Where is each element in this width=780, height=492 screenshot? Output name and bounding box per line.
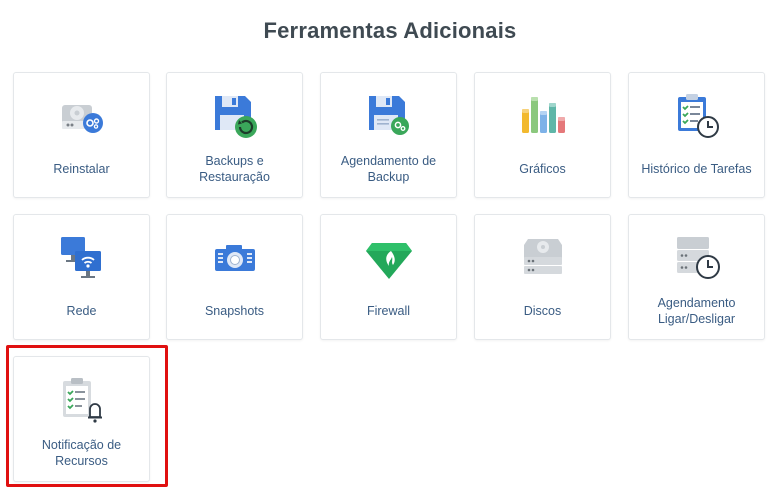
tool-label: Firewall — [366, 304, 411, 318]
network-monitors-icon — [57, 233, 107, 283]
clipboard-bell-icon — [57, 375, 107, 425]
firewall-gem-icon — [364, 233, 414, 283]
floppy-restore-icon — [210, 91, 260, 141]
tool-label: Backups e Restauração — [199, 154, 270, 184]
tool-tile-firewall[interactable]: Firewall — [320, 214, 457, 340]
tool-tile-snapshots[interactable]: Snapshots — [166, 214, 303, 340]
camera-icon — [210, 233, 260, 283]
bar-chart-icon — [518, 91, 568, 141]
tool-tile-history[interactable]: Histórico de Tarefas — [628, 72, 765, 198]
tool-tile-notify[interactable]: Notificação de Recursos — [13, 356, 150, 482]
tool-tile-schedule[interactable]: Agendamento de Backup — [320, 72, 457, 198]
clipboard-clock-icon — [672, 91, 722, 141]
tool-label: Agendamento de Backup — [340, 154, 437, 184]
tool-label: Snapshots — [204, 304, 265, 318]
server-clock-icon — [672, 233, 722, 283]
tool-tile-power[interactable]: Agendamento Ligar/Desligar — [628, 214, 765, 340]
tool-tile-network[interactable]: Rede — [13, 214, 150, 340]
disks-icon — [518, 233, 568, 283]
reinstall-gear-icon — [57, 91, 107, 141]
tool-tile-backups[interactable]: Backups e Restauração — [166, 72, 303, 198]
tool-label: Discos — [523, 304, 562, 318]
tool-tile-disks[interactable]: Discos — [474, 214, 611, 340]
tool-label: Reinstalar — [53, 162, 110, 176]
tool-tile-charts[interactable]: Gráficos — [474, 72, 611, 198]
floppy-schedule-icon — [364, 91, 414, 141]
tool-label: Gráficos — [519, 162, 566, 176]
tool-label: Histórico de Tarefas — [641, 162, 752, 176]
tool-label: Rede — [66, 304, 97, 318]
tool-label: Agendamento Ligar/Desligar — [657, 296, 736, 326]
tool-label: Notificação de Recursos — [41, 438, 122, 468]
tool-tile-reinstall[interactable]: Reinstalar — [13, 72, 150, 198]
page-title: Ferramentas Adicionais — [263, 18, 517, 43]
tools-page: Ferramentas Adicionais Reinstalar Backup… — [0, 0, 780, 492]
